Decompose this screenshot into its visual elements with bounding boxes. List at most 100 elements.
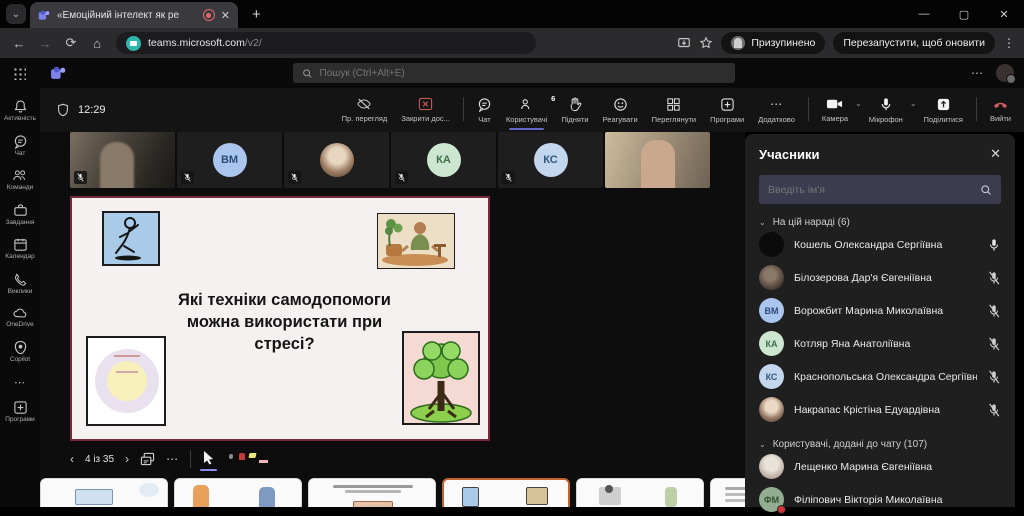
tab-close-icon[interactable]: ✕	[221, 9, 230, 22]
app-launcher-icon[interactable]	[13, 67, 26, 80]
leave-button[interactable]: Вийти	[983, 93, 1018, 127]
header-more-icon[interactable]: ⋯	[971, 66, 984, 80]
teams-header: ⋯	[0, 58, 1024, 88]
pointer-tool[interactable]	[202, 450, 215, 469]
presenter-view-button[interactable]: Пр. перегляд	[335, 93, 395, 127]
video-tile[interactable]: КС	[498, 132, 603, 188]
back-icon[interactable]: ←	[6, 36, 32, 51]
user-avatar[interactable]	[996, 64, 1014, 82]
sidebar-item-copilot[interactable]: Copilot	[0, 340, 40, 364]
bookmark-star-icon[interactable]	[699, 36, 713, 50]
participant-row[interactable]: Кошель Олександра Сергіївна	[759, 228, 1001, 261]
restart-to-update-button[interactable]: Перезапустити, щоб оновити	[833, 32, 995, 54]
video-tile[interactable]	[284, 132, 389, 188]
site-info-icon[interactable]	[126, 36, 141, 51]
slide-image-tree	[402, 331, 480, 425]
slide-thumbnail[interactable]	[40, 478, 168, 507]
cloud-icon	[12, 306, 28, 320]
avatar	[759, 232, 784, 257]
apps-button[interactable]: Програми	[703, 93, 751, 128]
meeting-toolbar: 12:29 Пр. перегляд Закрити дос... Чат 6 …	[40, 88, 1024, 132]
slide-thumbnail[interactable]	[710, 478, 745, 507]
slide-thumbnail-current[interactable]	[442, 478, 570, 507]
sidebar-item-assignments[interactable]: Завдання	[0, 203, 40, 227]
reload-icon[interactable]: ⟳	[58, 35, 84, 51]
shield-icon[interactable]	[56, 103, 70, 117]
avatar	[759, 265, 784, 290]
sidebar-item-calls[interactable]: Виклики	[0, 272, 40, 296]
mic-muted-icon	[395, 171, 408, 184]
participant-row[interactable]: Білозерова Дар'я Євгеніївна	[759, 261, 1001, 294]
sidebar-item-activity[interactable]: Активність	[0, 99, 40, 123]
sidebar-item-onedrive[interactable]: OneDrive	[0, 306, 40, 329]
mic-muted-icon[interactable]	[987, 271, 1001, 285]
stop-presenting-button[interactable]: Закрити дос...	[394, 93, 457, 127]
camera-button[interactable]: Камера	[815, 93, 855, 127]
slide-grid-icon[interactable]	[140, 452, 155, 466]
forward-icon[interactable]: →	[32, 36, 58, 51]
mic-muted-icon[interactable]	[987, 370, 1001, 384]
sidebar-item-calendar[interactable]: Календар	[0, 237, 40, 261]
participant-search[interactable]	[759, 175, 1001, 204]
install-icon[interactable]	[677, 36, 691, 50]
window-minimize-button[interactable]: —	[904, 1, 944, 27]
view-button[interactable]: Переглянути	[645, 93, 703, 128]
share-button[interactable]: Поділитися	[917, 93, 970, 128]
url-path: /v2/	[245, 37, 262, 49]
chat-button[interactable]: Чат	[470, 93, 499, 128]
participant-search-input[interactable]	[768, 184, 980, 196]
home-icon[interactable]: ⌂	[84, 36, 110, 51]
tab-search-button[interactable]: ⌄	[6, 4, 26, 24]
sidebar-more-icon[interactable]: ⋯	[14, 376, 26, 389]
react-button[interactable]: Переглянути Реагувати	[596, 93, 645, 128]
profile-avatar	[731, 36, 745, 50]
smiley-icon	[613, 97, 628, 112]
search-input[interactable]	[320, 68, 726, 79]
mic-on-icon[interactable]	[987, 238, 1001, 252]
url-bar[interactable]: teams.microsoft.com/v2/	[116, 32, 536, 54]
participant-row[interactable]: Накрапас Крістіна Едуардівна	[759, 393, 1001, 426]
participant-row[interactable]: ФМ Філіпович Вікторія Миколаївна	[759, 483, 1001, 516]
mic-icon	[879, 97, 893, 112]
video-tile[interactable]: КА	[391, 132, 496, 188]
window-close-button[interactable]: ✕	[984, 1, 1024, 27]
mic-muted-icon[interactable]	[987, 304, 1001, 318]
browser-tab[interactable]: «Емоційний інтелект як ре ✕	[30, 2, 238, 28]
slide-thumbnail[interactable]	[576, 478, 704, 507]
new-tab-button[interactable]: +	[252, 6, 261, 23]
window-maximize-button[interactable]: ▢	[944, 1, 984, 27]
people-button[interactable]: 6 Користувачі	[499, 93, 554, 128]
participant-row[interactable]: Лещенко Марина Євгеніївна	[759, 450, 1001, 483]
presentation-slide[interactable]: Які техніки самодопомоги можна використа…	[70, 196, 490, 441]
camera-options-chevron-icon[interactable]: ⌄	[855, 99, 862, 108]
slide-thumbnail[interactable]	[174, 478, 302, 507]
sidebar-item-chat[interactable]: Чат	[0, 134, 40, 158]
participant-row[interactable]: ВМ Ворожбит Марина Миколаївна	[759, 294, 1001, 327]
close-presentation-icon	[418, 97, 433, 111]
mic-muted-icon[interactable]	[987, 403, 1001, 417]
next-slide-icon[interactable]: ›	[125, 452, 129, 466]
profile-paused-button[interactable]: Призупинено	[721, 32, 825, 54]
video-tile[interactable]	[605, 132, 710, 188]
slide-thumbnail[interactable]	[308, 478, 436, 507]
panel-close-icon[interactable]: ✕	[990, 146, 1001, 162]
section-chat-users[interactable]: ⌄ Користувачі, додані до чату (107)	[759, 439, 1001, 450]
participant-row[interactable]: КА Котляр Яна Анатоліївна	[759, 327, 1001, 360]
mic-muted-icon[interactable]	[987, 337, 1001, 351]
video-tile[interactable]	[70, 132, 175, 188]
sidebar-item-apps[interactable]: Програми	[0, 400, 40, 424]
section-in-meeting[interactable]: ⌄ На цій нараді (6)	[759, 217, 1001, 228]
slide-title: Які техніки самодопомоги можна використа…	[162, 290, 407, 355]
sidebar-item-teams[interactable]: Команди	[0, 168, 40, 192]
more-button[interactable]: ⋯ Додатково	[751, 93, 802, 128]
teams-search-bar[interactable]	[293, 63, 735, 83]
raise-hand-button[interactable]: Підняти	[554, 93, 595, 128]
participant-row[interactable]: КС Краснопольська Олександра Сергіївна	[759, 360, 1001, 393]
previous-slide-icon[interactable]: ‹	[70, 452, 74, 466]
slide-more-icon[interactable]: ⋯	[166, 452, 179, 466]
video-tile[interactable]: ВМ	[177, 132, 282, 188]
mic-options-chevron-icon[interactable]: ⌄	[910, 99, 917, 108]
mic-button[interactable]: Мікрофон	[862, 93, 910, 128]
browser-menu-icon[interactable]: ⋮	[1003, 36, 1016, 50]
paused-label: Призупинено	[751, 37, 815, 49]
